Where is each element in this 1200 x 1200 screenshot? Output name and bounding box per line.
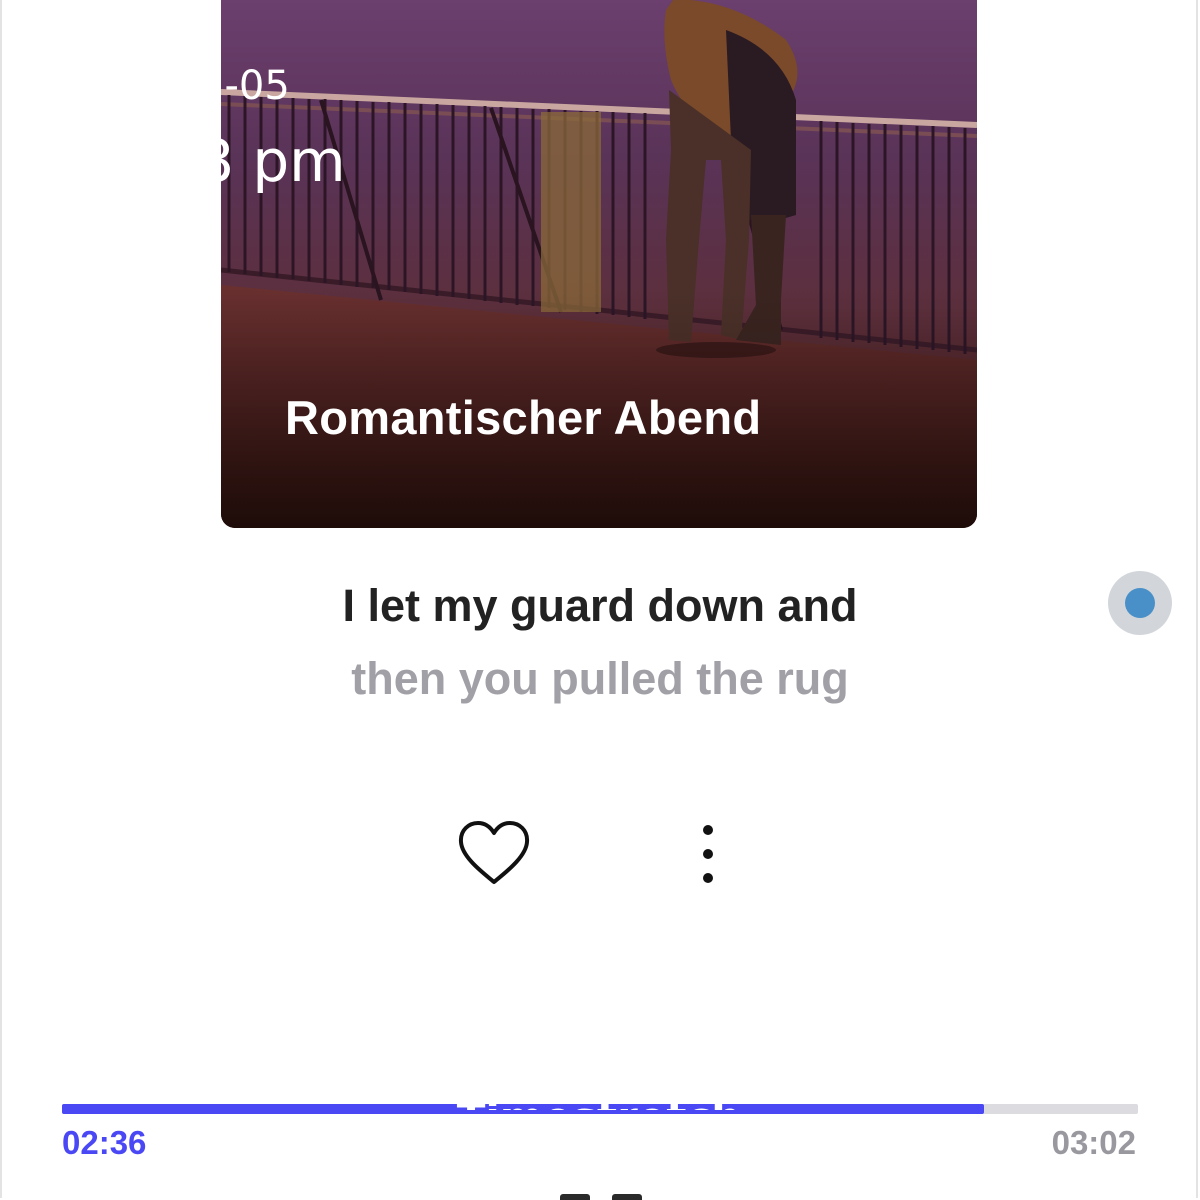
playlist-title: Romantischer Abend	[285, 391, 762, 444]
bottom-control-left[interactable]	[560, 1194, 590, 1200]
lyric-next-line: then you pulled the rug	[351, 653, 849, 704]
overlay-time-text: 8 pm	[221, 128, 381, 194]
total-time: 03:02	[1051, 1124, 1136, 1161]
overlay-time-value: 8 pm	[221, 128, 346, 194]
more-options-button[interactable]	[688, 820, 728, 888]
progress-overlay-text: Timestretch	[384, 1088, 814, 1110]
overlay-date-value: 5-05	[221, 63, 290, 109]
heart-outline-icon	[458, 821, 530, 884]
like-button[interactable]	[456, 818, 532, 890]
side-indicator-dot[interactable]	[1108, 571, 1172, 635]
lyric-current-line: I let my guard down and	[342, 580, 858, 631]
vertical-ellipsis-icon	[703, 825, 713, 883]
elapsed-time: 02:36	[62, 1124, 147, 1161]
bottom-control-right[interactable]	[612, 1194, 642, 1200]
overlay-date-text: 5-05	[221, 62, 371, 110]
